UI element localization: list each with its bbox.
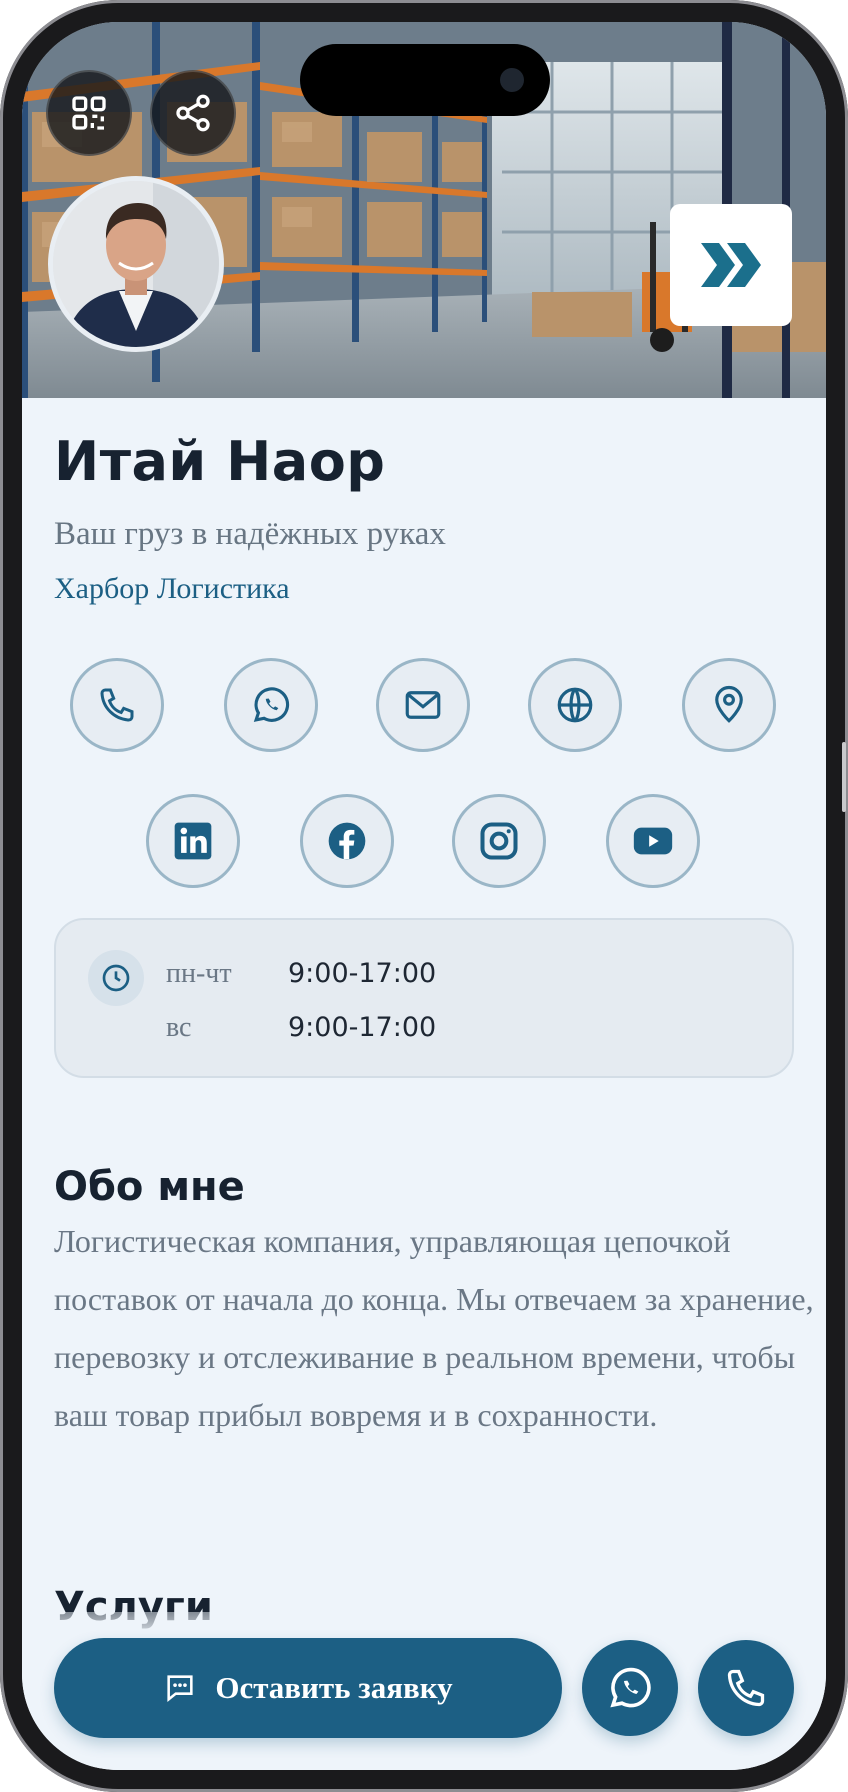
dynamic-island [300,44,550,116]
avatar [48,176,224,352]
location-button[interactable] [682,658,776,752]
hours-time: 9:00-17:00 [288,958,437,989]
side-button [842,742,846,812]
instagram-button[interactable] [452,794,546,888]
profile-name: Итай Наор [54,430,386,493]
instagram-icon [480,822,518,860]
youtube-icon [633,827,673,855]
about-title: Обо мне [54,1164,245,1210]
linkedin-icon [174,822,212,860]
leave-request-label: Оставить заявку [215,1670,453,1705]
whatsapp-icon [253,687,290,722]
call-fab[interactable] [698,1640,794,1736]
double-chevron-logo-icon [701,243,761,287]
hours-time: 9:00-17:00 [288,1012,437,1043]
whatsapp-button[interactable] [224,658,318,752]
clock-icon [88,950,144,1006]
app-screen: Итай Наор Ваш груз в надёжных руках Харб… [22,22,826,1770]
qr-code-button[interactable] [46,70,132,156]
company-logo [670,204,792,326]
working-hours-card: пн-чт 9:00-17:00 вс 9:00-17:00 [54,918,794,1078]
profile-tagline: Ваш груз в надёжных руках [54,516,446,552]
facebook-icon [328,822,366,860]
email-button[interactable] [376,658,470,752]
hours-day: пн-чт [166,958,232,989]
phone-button[interactable] [70,658,164,752]
qr-code-icon [72,96,106,130]
person-photo [53,181,219,347]
company-name: Харбор Логистика [54,572,290,605]
location-pin-icon [715,685,743,723]
phone-icon [100,688,134,722]
hours-day: вс [166,1012,192,1043]
about-text: Логистическая компания, управляющая цепо… [54,1223,814,1433]
youtube-button[interactable] [606,794,700,888]
share-icon [176,94,210,132]
email-icon [405,691,441,719]
message-icon [167,1675,193,1702]
facebook-button[interactable] [300,794,394,888]
leave-request-button[interactable]: Оставить заявку [54,1638,562,1738]
whatsapp-icon [610,1667,651,1708]
share-button[interactable] [150,70,236,156]
phone-icon [727,1669,765,1707]
whatsapp-fab[interactable] [582,1640,678,1736]
globe-icon [557,687,593,723]
website-button[interactable] [528,658,622,752]
linkedin-button[interactable] [146,794,240,888]
